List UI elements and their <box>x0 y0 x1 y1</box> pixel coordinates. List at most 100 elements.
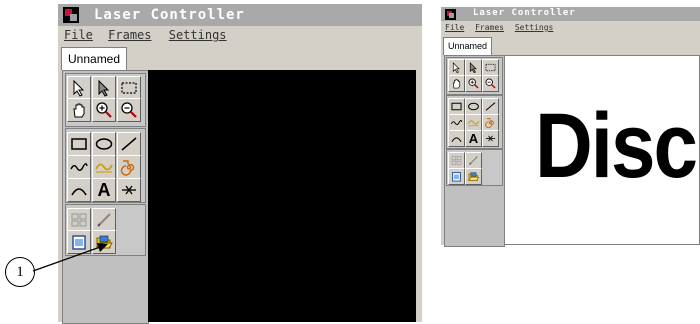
menu-frames[interactable]: Frames <box>108 28 151 42</box>
open-folder-button[interactable] <box>465 168 482 185</box>
laser-app-icon <box>445 9 456 20</box>
ellipse-button[interactable] <box>92 132 116 156</box>
point-button[interactable] <box>482 130 499 147</box>
callout-marker: 1 <box>5 257 35 287</box>
hand-icon <box>452 79 461 89</box>
menu-settings[interactable]: Settings <box>515 23 554 32</box>
spiral-button[interactable] <box>482 114 499 131</box>
right-window: Laser Controller File Frames Settings Un… <box>441 7 700 247</box>
arc-icon <box>71 188 87 196</box>
zoom-in-icon <box>96 102 112 118</box>
node-select-button[interactable] <box>465 59 482 76</box>
ellipse-icon <box>95 138 113 150</box>
ellipse-button[interactable] <box>465 98 482 115</box>
point-button[interactable] <box>117 178 141 202</box>
menu-settings[interactable]: Settings <box>169 28 227 42</box>
line-icon <box>121 137 137 151</box>
hand-button[interactable] <box>67 98 91 122</box>
frame-button[interactable] <box>67 230 91 254</box>
grid-button[interactable] <box>448 152 465 169</box>
window-title: Laser Controller <box>94 7 245 23</box>
open-folder-icon <box>468 172 480 181</box>
select-arrow-button[interactable] <box>448 59 465 76</box>
menu-file[interactable]: File <box>445 23 464 32</box>
tab-label: Unnamed <box>448 41 488 51</box>
node-select-button[interactable] <box>92 76 116 100</box>
curve-button[interactable] <box>92 155 116 179</box>
zoom-out-button[interactable] <box>482 75 499 92</box>
select-arrow-button[interactable] <box>67 76 91 100</box>
title-bar: Laser Controller <box>441 7 700 21</box>
curve-button[interactable] <box>465 114 482 131</box>
pen-icon <box>469 156 478 165</box>
wave-icon <box>450 119 463 126</box>
grid-icon <box>451 156 462 165</box>
callout-number: 1 <box>16 263 24 280</box>
drawing-canvas[interactable]: Disco <box>504 55 700 245</box>
tab-unnamed[interactable]: Unnamed <box>61 47 127 70</box>
line-button[interactable] <box>482 98 499 115</box>
arc-icon <box>451 137 462 143</box>
disco-text: Disco <box>535 94 699 197</box>
text-tool-button[interactable]: A <box>465 130 482 147</box>
point-icon <box>122 185 136 195</box>
left-window: Laser Controller File Frames Settings Un… <box>58 4 422 324</box>
arc-button[interactable] <box>448 130 465 147</box>
hand-icon <box>73 103 85 118</box>
rect-select-icon <box>121 82 137 94</box>
pen-button[interactable] <box>92 208 116 232</box>
text-tool-button[interactable]: A <box>92 178 116 202</box>
grid-button[interactable] <box>67 208 91 232</box>
line-icon <box>485 102 496 111</box>
frame-button[interactable] <box>448 168 465 185</box>
tab-unnamed[interactable]: Unnamed <box>443 37 492 55</box>
title-bar: Laser Controller <box>58 4 422 26</box>
wave-button[interactable] <box>448 114 465 131</box>
rect-select-button[interactable] <box>482 59 499 76</box>
menu-bar: File Frames Settings <box>441 23 700 35</box>
drawing-canvas[interactable] <box>148 70 416 322</box>
menu-file[interactable]: File <box>64 28 93 42</box>
spiral-button[interactable] <box>117 155 141 179</box>
spiral-icon <box>485 118 494 129</box>
frame-icon <box>72 235 86 250</box>
menu-bar: File Frames Settings <box>58 28 422 46</box>
rectangle-icon <box>71 138 87 150</box>
open-folder-button[interactable] <box>92 230 116 254</box>
tool-panel: A <box>444 55 505 247</box>
select-arrow-icon <box>73 79 85 97</box>
zoom-in-button[interactable] <box>92 98 116 122</box>
pen-icon <box>97 213 111 227</box>
zoom-out-button[interactable] <box>117 98 141 122</box>
wave-icon <box>70 163 88 171</box>
zoom-out-icon <box>121 102 137 118</box>
line-button[interactable] <box>117 132 141 156</box>
open-folder-icon <box>96 235 113 249</box>
hand-button[interactable] <box>448 75 465 92</box>
wave-button[interactable] <box>67 155 91 179</box>
tab-label: Unnamed <box>68 52 121 66</box>
node-select-icon <box>469 62 477 74</box>
ellipse-icon <box>468 102 479 111</box>
window-title: Laser Controller <box>473 8 576 18</box>
curve-icon <box>467 120 480 127</box>
point-icon <box>485 135 496 142</box>
rect-select-icon <box>485 63 496 72</box>
laser-app-icon <box>63 7 79 23</box>
text-tool-icon: A <box>468 131 479 146</box>
curve-icon <box>95 163 113 173</box>
frame-icon <box>452 172 461 182</box>
tool-panel: A <box>62 70 149 324</box>
rect-select-button[interactable] <box>117 76 141 100</box>
arc-button[interactable] <box>67 178 91 202</box>
rectangle-button[interactable] <box>67 132 91 156</box>
text-tool-icon: A <box>97 179 111 200</box>
spiral-icon <box>120 160 135 176</box>
menu-frames[interactable]: Frames <box>475 23 504 32</box>
rectangle-button[interactable] <box>448 98 465 115</box>
select-arrow-icon <box>452 62 460 74</box>
pen-button[interactable] <box>465 152 482 169</box>
zoom-in-button[interactable] <box>465 75 482 92</box>
rectangle-icon <box>451 102 462 111</box>
node-select-icon <box>98 79 110 97</box>
